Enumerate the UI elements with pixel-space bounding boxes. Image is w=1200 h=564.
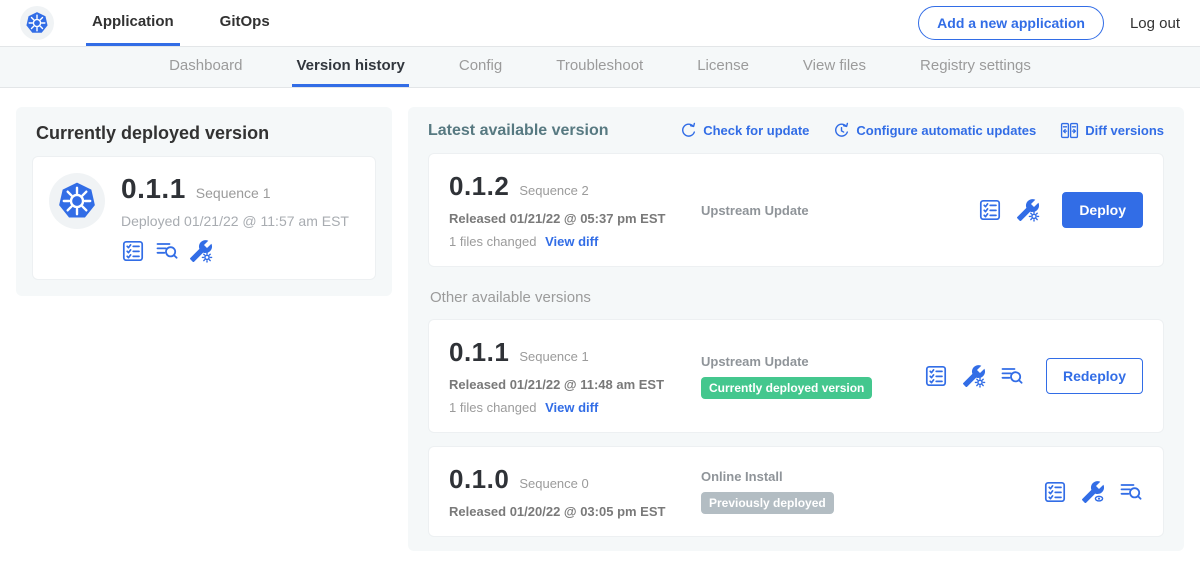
tab-gitops[interactable]: GitOps xyxy=(214,0,276,46)
files-changed-label: 1 files changed xyxy=(449,234,536,249)
deploy-logs-icon[interactable] xyxy=(1119,480,1143,504)
diff-versions-label: Diff versions xyxy=(1085,123,1164,138)
sequence-label: Sequence 2 xyxy=(519,183,588,198)
version-source-label: Upstream Update xyxy=(701,354,924,369)
released-timestamp: Released 01/21/22 @ 11:48 am EST xyxy=(449,377,701,392)
files-changed-label: 1 files changed xyxy=(449,400,536,415)
redeploy-button[interactable]: Redeploy xyxy=(1046,358,1143,394)
version-row-0-1-1: 0.1.1 Sequence 1 Released 01/21/22 @ 11:… xyxy=(428,319,1164,433)
currently-deployed-badge: Currently deployed version xyxy=(701,377,872,399)
preflight-checks-icon[interactable] xyxy=(924,364,948,388)
subnav-tab-registry-settings[interactable]: Registry settings xyxy=(916,47,1035,87)
diff-icon xyxy=(1060,121,1079,140)
other-available-versions-title: Other available versions xyxy=(428,289,1164,306)
deploy-logs-icon[interactable] xyxy=(155,239,179,263)
check-for-update-link[interactable]: Check for update xyxy=(680,122,809,139)
top-navbar: Application GitOps Add a new application… xyxy=(0,0,1200,47)
deployed-version-number: 0.1.1 xyxy=(121,173,186,205)
edit-config-icon[interactable] xyxy=(189,239,213,263)
subnav-tab-view-files[interactable]: View files xyxy=(799,47,870,87)
kubernetes-logo-icon xyxy=(20,6,54,40)
topnav-tabs: Application GitOps xyxy=(86,0,276,46)
configure-automatic-updates-link[interactable]: Configure automatic updates xyxy=(833,122,1036,139)
version-source-label: Online Install xyxy=(701,469,1043,484)
view-diff-link[interactable]: View diff xyxy=(545,400,598,415)
previously-deployed-badge: Previously deployed xyxy=(701,492,834,514)
subnav-tab-version-history[interactable]: Version history xyxy=(292,47,408,87)
currently-deployed-title: Currently deployed version xyxy=(32,121,376,144)
deployed-timestamp: Deployed 01/21/22 @ 11:57 am EST xyxy=(121,213,349,229)
sequence-label: Sequence 0 xyxy=(519,476,588,491)
version-row-0-1-2: 0.1.2 Sequence 2 Released 01/21/22 @ 05:… xyxy=(428,153,1164,267)
main-content: Currently deployed version 0.1.1 Sequenc… xyxy=(0,88,1200,551)
tab-application[interactable]: Application xyxy=(86,0,180,46)
configure-automatic-updates-label: Configure automatic updates xyxy=(856,123,1036,138)
edit-config-icon[interactable] xyxy=(1016,198,1040,222)
add-new-application-button[interactable]: Add a new application xyxy=(918,6,1104,40)
subnav-tab-config[interactable]: Config xyxy=(455,47,506,87)
subnav-tab-license[interactable]: License xyxy=(693,47,753,87)
version-history-panel: Latest available version Check for updat… xyxy=(408,107,1184,551)
currently-deployed-panel: Currently deployed version 0.1.1 Sequenc… xyxy=(16,107,392,296)
diff-versions-link[interactable]: Diff versions xyxy=(1060,121,1164,140)
released-timestamp: Released 01/20/22 @ 03:05 pm EST xyxy=(449,504,701,519)
version-row-0-1-0: 0.1.0 Sequence 0 Released 01/20/22 @ 03:… xyxy=(428,446,1164,537)
deployed-version-card: 0.1.1 Sequence 1 Deployed 01/21/22 @ 11:… xyxy=(32,156,376,280)
view-config-icon[interactable] xyxy=(1081,480,1105,504)
subnav-tab-troubleshoot[interactable]: Troubleshoot xyxy=(552,47,647,87)
version-number: 0.1.2 xyxy=(449,171,509,202)
version-number: 0.1.0 xyxy=(449,464,509,495)
schedule-update-icon xyxy=(833,122,850,139)
refresh-icon xyxy=(680,122,697,139)
deployed-sequence-label: Sequence 1 xyxy=(196,185,271,201)
check-for-update-label: Check for update xyxy=(703,123,809,138)
deploy-button[interactable]: Deploy xyxy=(1062,192,1143,228)
latest-available-version-title: Latest available version xyxy=(428,122,609,140)
view-diff-link[interactable]: View diff xyxy=(545,234,598,249)
sequence-label: Sequence 1 xyxy=(519,349,588,364)
preflight-checks-icon[interactable] xyxy=(1043,480,1067,504)
deploy-logs-icon[interactable] xyxy=(1000,364,1024,388)
released-timestamp: Released 01/21/22 @ 05:37 pm EST xyxy=(449,211,701,226)
logout-button[interactable]: Log out xyxy=(1130,15,1180,32)
kubernetes-logo-icon xyxy=(49,173,105,229)
version-number: 0.1.1 xyxy=(449,337,509,368)
subnav-tab-dashboard[interactable]: Dashboard xyxy=(165,47,246,87)
preflight-checks-icon[interactable] xyxy=(121,239,145,263)
app-logo xyxy=(20,0,54,46)
preflight-checks-icon[interactable] xyxy=(978,198,1002,222)
edit-config-icon[interactable] xyxy=(962,364,986,388)
version-source-label: Upstream Update xyxy=(701,203,978,218)
app-subnav: Dashboard Version history Config Trouble… xyxy=(0,47,1200,88)
